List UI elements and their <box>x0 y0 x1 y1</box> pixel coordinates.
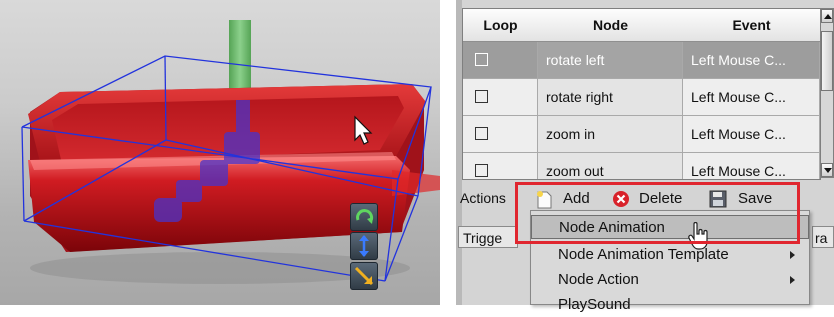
event-cell: Left Mouse C... <box>683 153 820 179</box>
node-cell: zoom in <box>538 116 683 153</box>
column-header-loop[interactable]: Loop <box>463 9 539 42</box>
submenu-arrow-icon <box>790 251 795 259</box>
menu-item-label: Node Action <box>558 271 639 288</box>
loop-checkbox[interactable] <box>475 53 488 66</box>
scale-tool-button[interactable] <box>350 262 378 290</box>
node-cell: rotate right <box>538 79 683 116</box>
column-header-event[interactable]: Event <box>683 9 820 42</box>
menu-item-node-animation-template[interactable]: Node Animation Template <box>531 243 809 267</box>
scroll-down-button[interactable] <box>821 163 833 177</box>
scale-icon <box>354 266 374 286</box>
event-cell: Left Mouse C... <box>683 42 820 79</box>
table-scrollbar[interactable] <box>820 8 834 178</box>
triangle-down-icon <box>824 168 832 173</box>
move-arrows-icon <box>359 235 369 257</box>
rotate-icon <box>356 209 374 224</box>
annotation-highlight-box <box>515 182 800 244</box>
table-row[interactable]: rotate left Left Mouse C... <box>463 42 820 79</box>
loop-cell <box>463 116 538 153</box>
loop-checkbox[interactable] <box>475 164 488 177</box>
loop-cell <box>463 42 538 79</box>
node-cell: zoom out <box>538 153 683 179</box>
event-cell: Left Mouse C... <box>683 79 820 116</box>
truncated-tab[interactable]: ra <box>812 226 834 248</box>
trigger-table: Loop Node Event rotate left Left Mouse C… <box>462 8 821 180</box>
table-row[interactable]: rotate right Left Mouse C... <box>463 79 820 116</box>
loop-checkbox[interactable] <box>475 127 488 140</box>
table-row[interactable]: zoom in Left Mouse C... <box>463 116 820 153</box>
node-cell: rotate left <box>538 42 683 79</box>
menu-item-node-action[interactable]: Node Action <box>531 268 809 292</box>
scroll-up-button[interactable] <box>821 9 833 23</box>
table-row[interactable]: zoom out Left Mouse C... <box>463 153 820 179</box>
loop-cell <box>463 79 538 116</box>
trigger-tab[interactable]: Trigge <box>458 226 518 248</box>
event-cell: Left Mouse C... <box>683 116 820 153</box>
loop-checkbox[interactable] <box>475 90 488 103</box>
triangle-up-icon <box>824 14 832 19</box>
move-tool-button[interactable] <box>350 232 378 260</box>
scroll-thumb[interactable] <box>821 31 833 91</box>
rotate-tool-button[interactable] <box>350 203 378 231</box>
column-header-node[interactable]: Node <box>538 9 684 42</box>
actions-label: Actions <box>460 190 506 206</box>
loop-cell <box>463 153 538 179</box>
3d-viewport[interactable] <box>0 0 440 305</box>
menu-item-playsound[interactable]: PlaySound <box>531 293 809 317</box>
y-axis-handle <box>229 20 251 98</box>
submenu-arrow-icon <box>790 276 795 284</box>
